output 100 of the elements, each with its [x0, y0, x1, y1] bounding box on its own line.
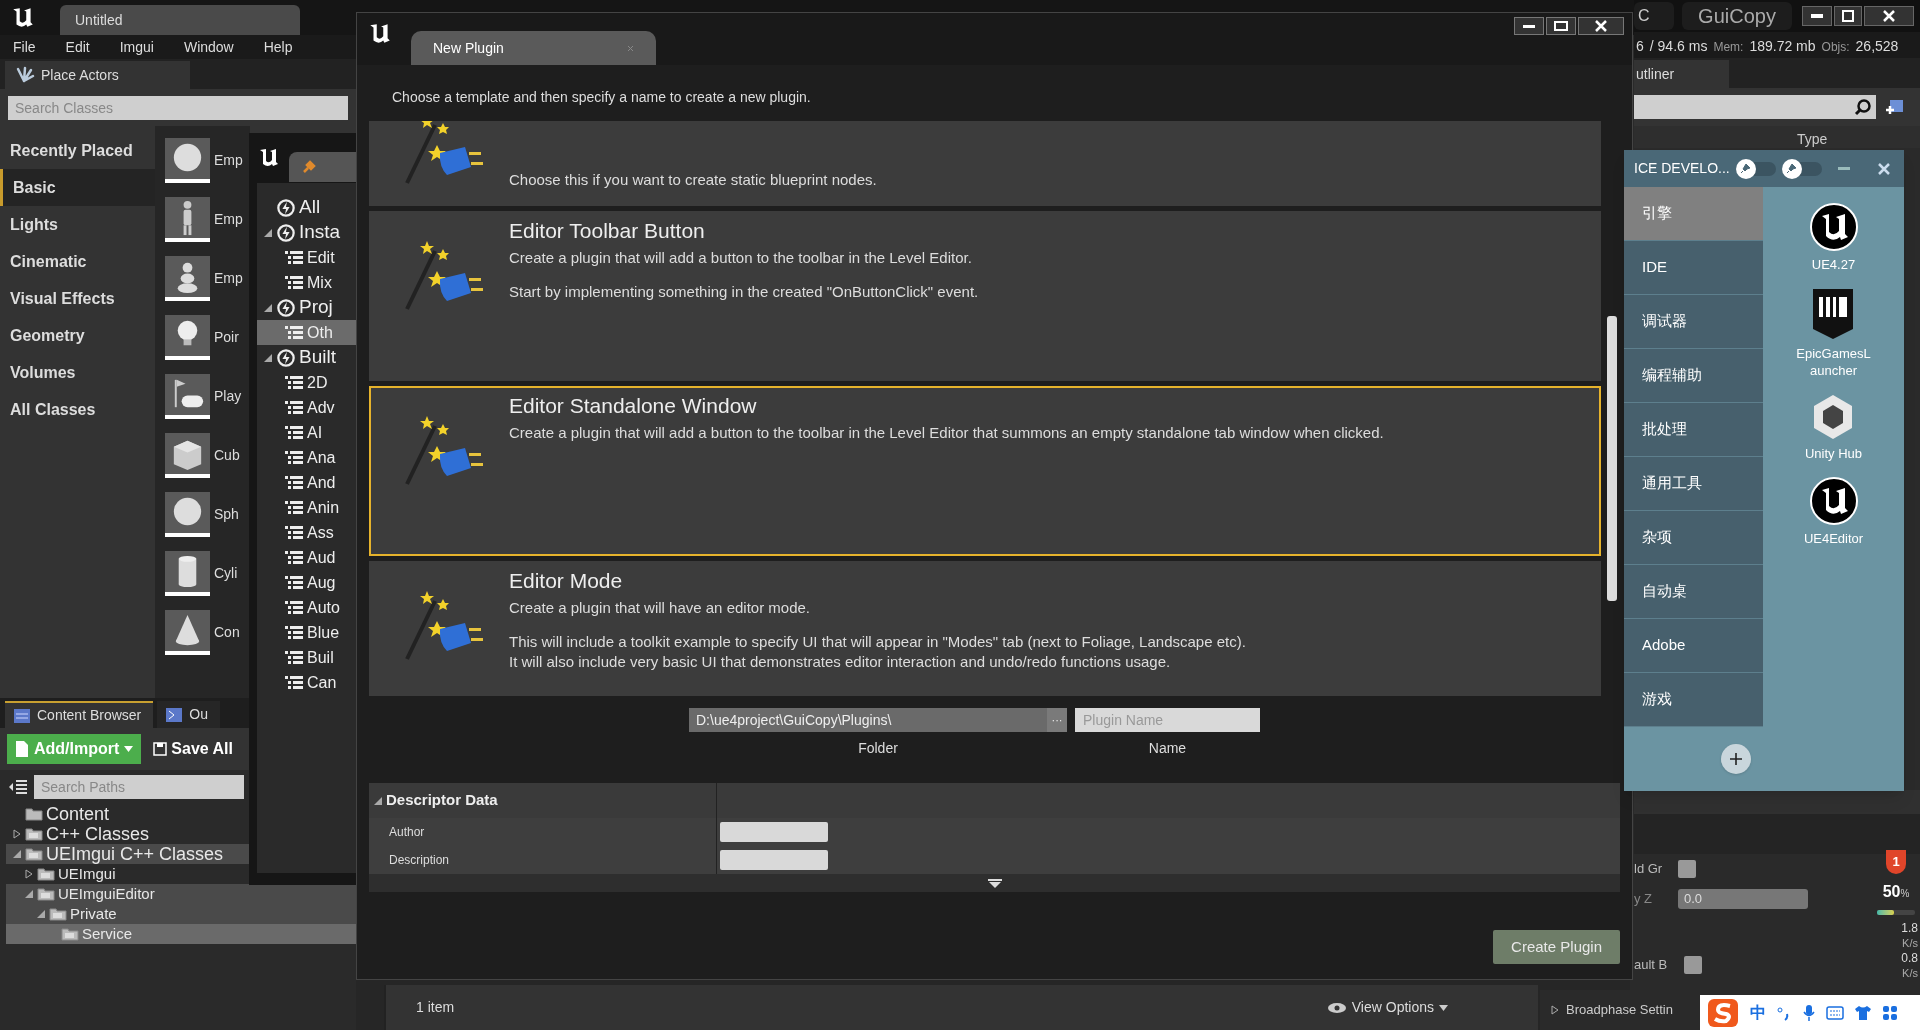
category-item[interactable]: 引擎: [1624, 187, 1763, 241]
menu-item[interactable]: Window: [183, 36, 234, 58]
category-label[interactable]: Aug: [307, 570, 336, 595]
tree-toggle-icon[interactable]: [8, 779, 28, 795]
cylinder-thumbnail-icon[interactable]: [165, 551, 210, 596]
expanded-arrow-icon[interactable]: [373, 795, 383, 806]
collapsed-arrow-icon[interactable]: [12, 829, 22, 839]
template-card[interactable]: [369, 561, 1601, 696]
pawn-thumbnail-icon[interactable]: [165, 256, 210, 301]
category-item[interactable]: Volumes: [0, 354, 155, 391]
shield-badge[interactable]: 1: [1886, 850, 1906, 874]
section-title[interactable]: Descriptor Data: [386, 789, 498, 812]
minimize-button[interactable]: [1802, 6, 1832, 26]
actor-label[interactable]: Sph: [214, 504, 239, 525]
expanded-arrow-icon[interactable]: [263, 302, 273, 313]
cone-thumbnail-icon[interactable]: [165, 610, 210, 655]
template-card[interactable]: Editor Standalone Window Create a plugin that will add a button to the toolbar in the Level Editor that summons an empty standalone tab window when clicked.: [369, 386, 1601, 556]
window-tab[interactable]: GuiCopy: [1682, 2, 1792, 30]
category-label[interactable]: Edit: [307, 245, 335, 270]
bulb-thumbnail-icon[interactable]: [165, 315, 210, 360]
folder-path-field[interactable]: D:\ue4project\GuiCopy\Plugins\ ···: [689, 708, 1067, 732]
category-label[interactable]: 2D: [307, 370, 328, 395]
category-label[interactable]: Ana: [307, 445, 336, 470]
dialog-tab[interactable]: New Plugin: [411, 31, 656, 65]
cube-thumbnail-icon[interactable]: [165, 433, 210, 478]
template-card[interactable]: Editor Toolbar Button Create a plugin that will add a button to the toolbar in the Level Editor. Start by implementing something in the created "OnButtonClick" event.: [369, 211, 1601, 381]
category-item[interactable]: 调试器: [1624, 295, 1763, 349]
folder-label[interactable]: Private: [70, 904, 117, 924]
category-label[interactable]: Can: [307, 670, 337, 695]
category-item[interactable]: 游戏: [1624, 673, 1763, 727]
panel-tab[interactable]: Content Browser: [5, 701, 154, 728]
shirt-icon[interactable]: [1854, 1004, 1872, 1021]
actor-label[interactable]: Emp: [214, 150, 243, 171]
pin-toggle[interactable]: [1781, 161, 1822, 176]
template-card[interactable]: Choose this if you want to create static blueprint nodes.: [369, 121, 1601, 206]
document-tab[interactable]: Untitled: [60, 5, 300, 35]
actor-label[interactable]: Con: [214, 622, 240, 643]
microphone-icon[interactable]: [1802, 1003, 1816, 1022]
actor-label[interactable]: Emp: [214, 209, 243, 230]
figure-thumbnail-icon[interactable]: [165, 197, 210, 242]
pin-toggle[interactable]: [1735, 161, 1776, 176]
category-item[interactable]: Visual Effects: [0, 280, 155, 317]
search-field[interactable]: Search Paths: [34, 775, 244, 799]
category-label[interactable]: Anin: [307, 495, 340, 520]
scrollbar-thumb[interactable]: [1607, 316, 1617, 601]
menu-item[interactable]: File: [13, 36, 36, 58]
maximize-button[interactable]: [1834, 6, 1862, 26]
expanded-arrow-icon[interactable]: [263, 352, 273, 363]
actor-label[interactable]: Poir: [214, 327, 239, 348]
column-header[interactable]: Type: [1797, 126, 1828, 148]
input-method-logo-icon[interactable]: [1706, 996, 1740, 1029]
category-label[interactable]: Proj: [299, 293, 333, 322]
folder-label[interactable]: UEImgui: [58, 864, 116, 884]
view-options-button[interactable]: View Options: [1326, 997, 1448, 1018]
add-folder-icon[interactable]: [1884, 98, 1904, 116]
category-item[interactable]: Basic: [0, 169, 155, 206]
grid-icon[interactable]: [1882, 1004, 1898, 1021]
category-item[interactable]: 批处理: [1624, 403, 1763, 457]
collapsed-arrow-icon[interactable]: [1550, 1005, 1560, 1015]
input-mode-label[interactable]: 中: [1750, 1000, 1766, 1025]
menu-item[interactable]: Help: [263, 36, 293, 58]
close-button[interactable]: [1578, 17, 1624, 35]
category-label[interactable]: Auto: [307, 595, 340, 620]
category-item[interactable]: Lights: [0, 206, 155, 243]
category-item[interactable]: 杂项: [1624, 511, 1763, 565]
category-item[interactable]: Recently Placed: [0, 132, 155, 169]
expand-down-icon[interactable]: [987, 878, 1002, 888]
add-button[interactable]: [1721, 744, 1751, 774]
shield-logo-icon[interactable]: [1811, 287, 1856, 341]
unreal-logo-icon[interactable]: [1808, 202, 1859, 252]
category-label[interactable]: AI: [307, 420, 323, 445]
category-label[interactable]: Buil: [307, 645, 334, 670]
save-all-button[interactable]: Save All: [153, 737, 233, 761]
category-label[interactable]: Aud: [307, 545, 336, 570]
category-item[interactable]: 通用工具: [1624, 457, 1763, 511]
folder-label[interactable]: C++ Classes: [46, 824, 150, 844]
category-item[interactable]: 编程辅助: [1624, 349, 1763, 403]
category-label[interactable]: And: [307, 470, 336, 495]
category-label[interactable]: Mix: [307, 270, 332, 295]
actor-label[interactable]: Play: [214, 386, 242, 407]
folder-label[interactable]: Content: [46, 804, 110, 824]
category-label[interactable]: Built: [299, 343, 336, 372]
folder-label[interactable]: Service: [82, 924, 133, 944]
property-field[interactable]: [720, 822, 828, 842]
actor-label[interactable]: Cyli: [214, 563, 238, 584]
property-field[interactable]: [720, 850, 828, 870]
panel-tab[interactable]: utliner: [1634, 60, 1729, 88]
unreal-logo-icon[interactable]: [1808, 476, 1859, 526]
expanded-arrow-icon[interactable]: [12, 849, 22, 859]
category-label[interactable]: Ass: [307, 520, 334, 545]
menu-item[interactable]: Edit: [65, 36, 90, 58]
panel-tab[interactable]: Ou: [157, 701, 220, 728]
sphere-thumbnail-icon[interactable]: [165, 492, 210, 537]
plugin-name-field[interactable]: Plugin Name: [1075, 708, 1260, 732]
close-button[interactable]: [1864, 6, 1914, 26]
category-item[interactable]: IDE: [1624, 241, 1763, 295]
panel-tab[interactable]: Place Actors: [5, 61, 190, 89]
property-checkbox[interactable]: [1678, 860, 1696, 878]
gamepad-thumbnail-icon[interactable]: [165, 374, 210, 419]
sphere-thumbnail-icon[interactable]: [165, 138, 210, 183]
